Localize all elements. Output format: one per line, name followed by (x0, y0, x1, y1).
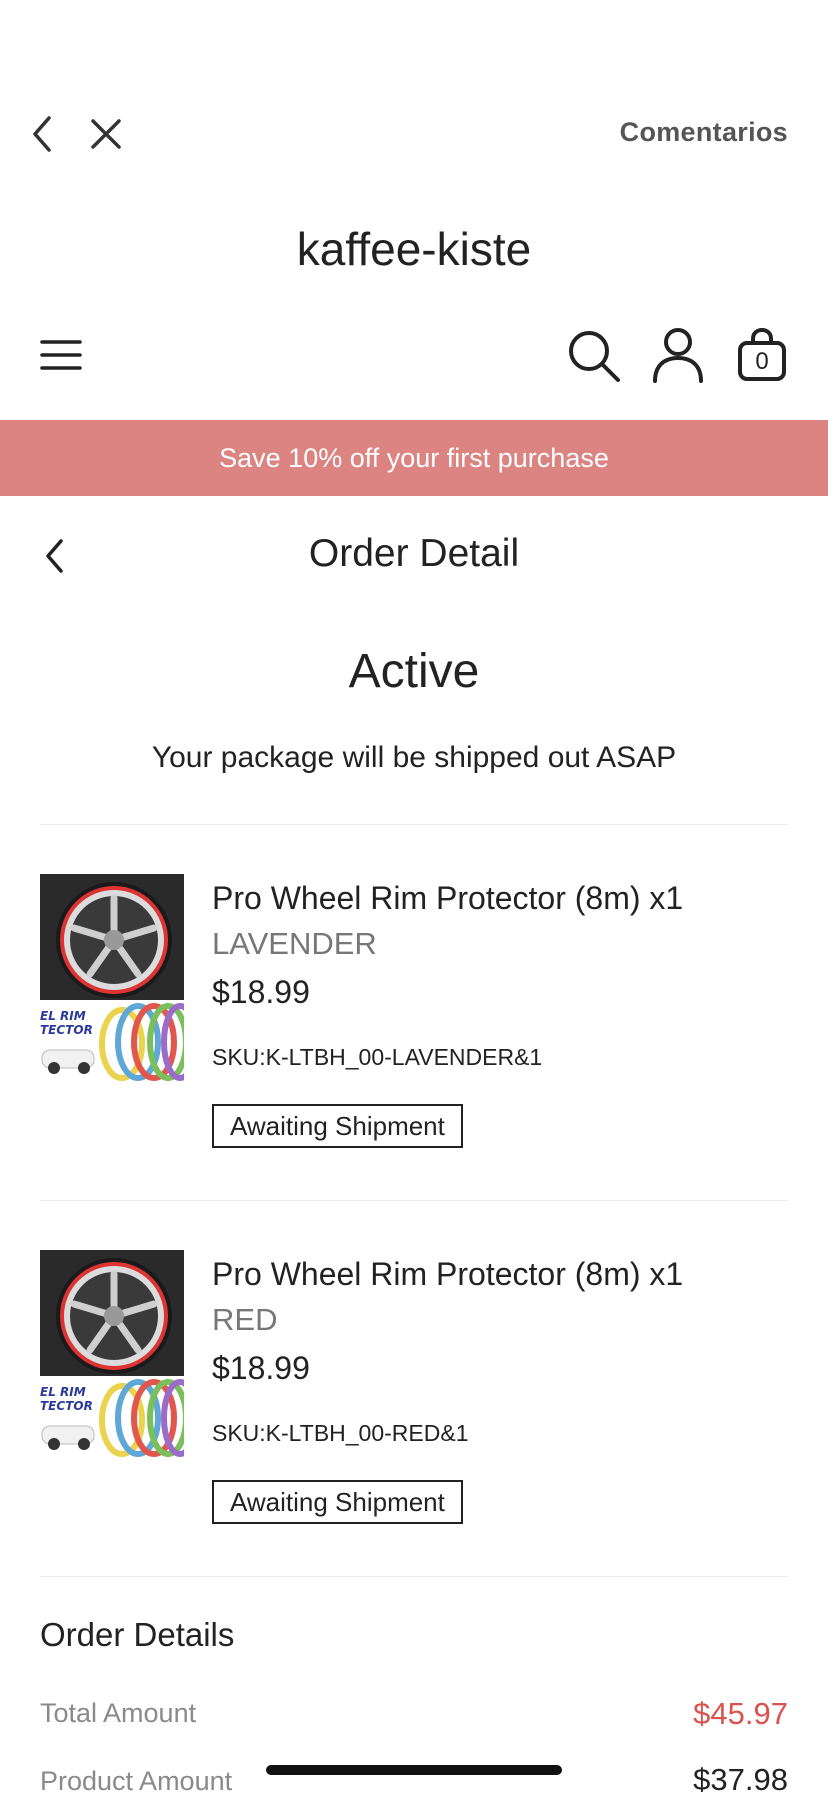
comments-link[interactable]: Comentarios (620, 117, 788, 148)
close-icon[interactable] (84, 112, 128, 156)
product-amount-value: $37.98 (693, 1762, 788, 1797)
divider (40, 1576, 788, 1577)
account-icon[interactable] (650, 326, 706, 384)
product-amount-label: Product Amount (40, 1766, 233, 1796)
total-amount-label: Total Amount (40, 1698, 197, 1728)
order-item[interactable]: EL RIM TECTOR Pro Wheel Rim Protector (8… (40, 1250, 788, 1550)
status-badge: Awaiting Shipment (212, 1480, 463, 1524)
order-item[interactable]: EL RIM TECTOR Pro Wheel Rim Protector (8… (40, 874, 788, 1174)
svg-text:TECTOR: TECTOR (40, 1023, 93, 1037)
item-sku: SKU:K-LTBH_00-RED&1 (212, 1420, 469, 1446)
order-status-message: Your package will be shipped out ASAP (151, 741, 677, 774)
status-badge: Awaiting Shipment (212, 1104, 463, 1148)
promo-banner[interactable]: Save 10% off your first purchase (0, 420, 828, 496)
svg-text:EL RIM: EL RIM (40, 1009, 86, 1023)
order-details-title: Order Details (40, 1616, 235, 1653)
product-thumbnail[interactable]: EL RIM TECTOR (40, 1250, 184, 1462)
store-name[interactable]: kaffee-kiste (0, 222, 828, 276)
svg-text:TECTOR: TECTOR (40, 1399, 93, 1413)
item-variant: LAVENDER (212, 926, 377, 961)
divider (40, 824, 788, 825)
item-sku: SKU:K-LTBH_00-LAVENDER&1 (212, 1044, 543, 1070)
item-price: $18.99 (212, 1350, 310, 1386)
page-title: Order Detail (308, 532, 520, 575)
back-icon[interactable] (22, 110, 62, 158)
cart-icon[interactable]: 0 (734, 326, 790, 384)
total-amount-value: $45.97 (693, 1696, 788, 1731)
order-status: Active (348, 645, 480, 698)
divider (40, 1200, 788, 1201)
product-thumbnail[interactable]: EL RIM TECTOR (40, 874, 184, 1086)
menu-icon[interactable] (38, 334, 84, 376)
item-name[interactable]: Pro Wheel Rim Protector (8m) x1 (212, 1256, 683, 1293)
item-variant: RED (212, 1302, 278, 1337)
item-price: $18.99 (212, 974, 310, 1010)
search-icon[interactable] (566, 328, 622, 384)
home-indicator (266, 1765, 562, 1775)
cart-count: 0 (755, 348, 769, 375)
svg-text:EL RIM: EL RIM (40, 1385, 86, 1399)
item-name[interactable]: Pro Wheel Rim Protector (8m) x1 (212, 880, 683, 917)
